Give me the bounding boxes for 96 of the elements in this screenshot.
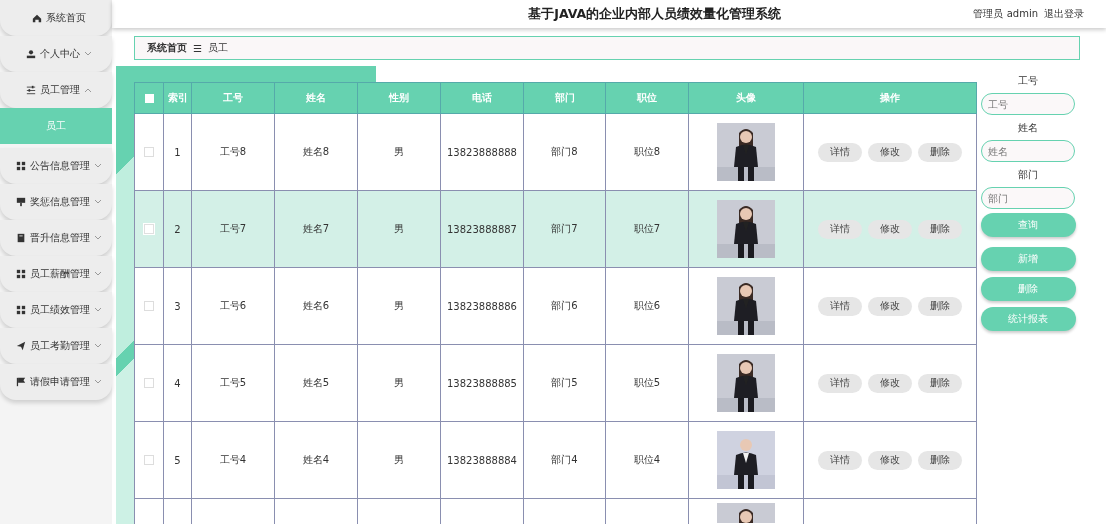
search-field[interactable]: 部门 bbox=[981, 187, 1075, 209]
column-header: 姓名 bbox=[274, 82, 358, 114]
table-cell: 1 bbox=[163, 113, 192, 191]
table-cell: 男 bbox=[357, 421, 441, 499]
table-cell: 职位5 bbox=[605, 344, 689, 422]
action-button[interactable]: 修改 bbox=[868, 373, 912, 393]
breadcrumb-link[interactable]: 系统首页 bbox=[147, 41, 187, 55]
sidebar-item[interactable]: 请假申请管理 bbox=[0, 364, 112, 400]
sidebar-item[interactable]: 公告信息管理 bbox=[0, 148, 112, 184]
field-label: 工号 bbox=[1018, 74, 1038, 88]
breadcrumb-separator: ☰ bbox=[193, 42, 202, 54]
table-cell: 部门7 bbox=[523, 190, 606, 268]
action-button[interactable]: 修改 bbox=[868, 450, 912, 470]
logout-link[interactable]: 退出登录 bbox=[1044, 7, 1084, 21]
action-button[interactable]: 修改 bbox=[868, 142, 912, 162]
action-button[interactable]: 详情 bbox=[818, 450, 862, 470]
table-cell: 姓名5 bbox=[274, 344, 358, 422]
table-row[interactable]: 5 工号4 姓名4 男 13823888884 部门4 职位4 详情 修改 删除 bbox=[134, 421, 977, 499]
sidebar-label: 请假申请管理 bbox=[30, 375, 90, 389]
action-button[interactable]: 详情 bbox=[818, 373, 862, 393]
table-cell: 工号7 bbox=[191, 190, 275, 268]
table-cell: 工号5 bbox=[191, 344, 275, 422]
table-row[interactable]: 2 工号7 姓名7 男 13823888887 部门7 职位7 详情 修改 删除 bbox=[134, 190, 977, 268]
sidebar-item[interactable]: 员工考勤管理 bbox=[0, 328, 112, 364]
sidebar-item[interactable]: 员工管理 bbox=[0, 72, 112, 108]
sidebar-item[interactable]: 员工薪酬管理 bbox=[0, 256, 112, 292]
field-label: 部门 bbox=[1018, 168, 1038, 182]
sidebar-label: 员工绩效管理 bbox=[30, 303, 90, 317]
sidebar-item[interactable]: 个人中心 bbox=[0, 36, 112, 72]
sidebar-label: 个人中心 bbox=[40, 47, 80, 61]
table-cell: 工号8 bbox=[191, 113, 275, 191]
table-cell: 5 bbox=[163, 421, 192, 499]
table-row[interactable]: 3 工号6 姓名6 男 13823888886 部门6 职位6 详情 修改 删除 bbox=[134, 267, 977, 345]
search-field[interactable]: 工号 bbox=[981, 93, 1075, 115]
column-header: 性别 bbox=[357, 82, 441, 114]
table-cell: 男 bbox=[357, 267, 441, 345]
sidebar-label: 公告信息管理 bbox=[30, 159, 90, 173]
sidebar-item[interactable]: 员工绩效管理 bbox=[0, 292, 112, 328]
table-cell: 姓名4 bbox=[274, 421, 358, 499]
column-header: 操作 bbox=[803, 82, 977, 114]
breadcrumb-current: 员工 bbox=[207, 41, 228, 55]
table-cell: 3 bbox=[163, 267, 192, 345]
table-cell: 13823888886 bbox=[440, 267, 524, 345]
table-cell: 部门4 bbox=[523, 421, 606, 499]
table-cell: 职位7 bbox=[605, 190, 689, 268]
table-row[interactable]: 1 工号8 姓名8 男 13823888888 部门8 职位8 详情 修改 删除 bbox=[134, 113, 977, 191]
sidebar-label: 奖惩信息管理 bbox=[30, 195, 90, 209]
table-cell: 男 bbox=[357, 113, 441, 191]
action-button[interactable]: 详情 bbox=[818, 142, 862, 162]
action-button[interactable]: 删除 bbox=[918, 296, 962, 316]
search-field[interactable]: 姓名 bbox=[981, 140, 1075, 162]
user-label: 管理员 admin bbox=[973, 7, 1038, 21]
table-cell: 4 bbox=[163, 344, 192, 422]
table-cell: 职位8 bbox=[605, 113, 689, 191]
table-cell: 部门5 bbox=[523, 344, 606, 422]
table-cell: 13823888885 bbox=[440, 344, 524, 422]
column-header: 职位 bbox=[605, 82, 689, 114]
column-header: 工号 bbox=[191, 82, 275, 114]
column-header: 部门 bbox=[523, 82, 606, 114]
table-cell: 2 bbox=[163, 190, 192, 268]
table-cell: 工号4 bbox=[191, 421, 275, 499]
sidebar-label: 员工管理 bbox=[40, 83, 80, 97]
action-button[interactable]: 删除 bbox=[918, 450, 962, 470]
table-cell: 姓名7 bbox=[274, 190, 358, 268]
sidebar-label: 系统首页 bbox=[46, 11, 86, 25]
sidebar-item[interactable]: 晋升信息管理 bbox=[0, 220, 112, 256]
action-button[interactable]: 修改 bbox=[868, 219, 912, 239]
sidebar-item[interactable]: 系统首页 bbox=[0, 0, 112, 36]
column-header: 索引 bbox=[163, 82, 192, 114]
action-button[interactable]: 删除 bbox=[918, 219, 962, 239]
action-button[interactable]: 详情 bbox=[818, 296, 862, 316]
column-header: 头像 bbox=[688, 82, 804, 114]
action-button[interactable]: 修改 bbox=[868, 296, 912, 316]
table-cell: 13823888884 bbox=[440, 421, 524, 499]
table-cell: 13823888888 bbox=[440, 113, 524, 191]
table-cell: 部门8 bbox=[523, 113, 606, 191]
action-button[interactable]: 详情 bbox=[818, 219, 862, 239]
action-button[interactable]: 删除 bbox=[918, 373, 962, 393]
table-cell: 姓名8 bbox=[274, 113, 358, 191]
sidebar-label: 晋升信息管理 bbox=[30, 231, 90, 245]
page-title: 基于JAVA的企业内部人员绩效量化管理系统 bbox=[527, 5, 783, 23]
table-cell: 职位6 bbox=[605, 267, 689, 345]
sidebar-item[interactable]: 奖惩信息管理 bbox=[0, 184, 112, 220]
table-cell: 工号6 bbox=[191, 267, 275, 345]
table-cell: 部门6 bbox=[523, 267, 606, 345]
field-label: 姓名 bbox=[1018, 121, 1038, 135]
sidebar-label: 员工薪酬管理 bbox=[30, 267, 90, 281]
table-cell: 男 bbox=[357, 344, 441, 422]
table-row[interactable]: 4 工号5 姓名5 男 13823888885 部门5 职位5 详情 修改 删除 bbox=[134, 344, 977, 422]
column-header: 电话 bbox=[440, 82, 524, 114]
table-cell: 职位4 bbox=[605, 421, 689, 499]
action-button[interactable]: 删除 bbox=[918, 142, 962, 162]
table-cell: 13823888887 bbox=[440, 190, 524, 268]
sidebar-label: 员工考勤管理 bbox=[30, 339, 90, 353]
table-cell: 男 bbox=[357, 190, 441, 268]
table-cell: 姓名6 bbox=[274, 267, 358, 345]
